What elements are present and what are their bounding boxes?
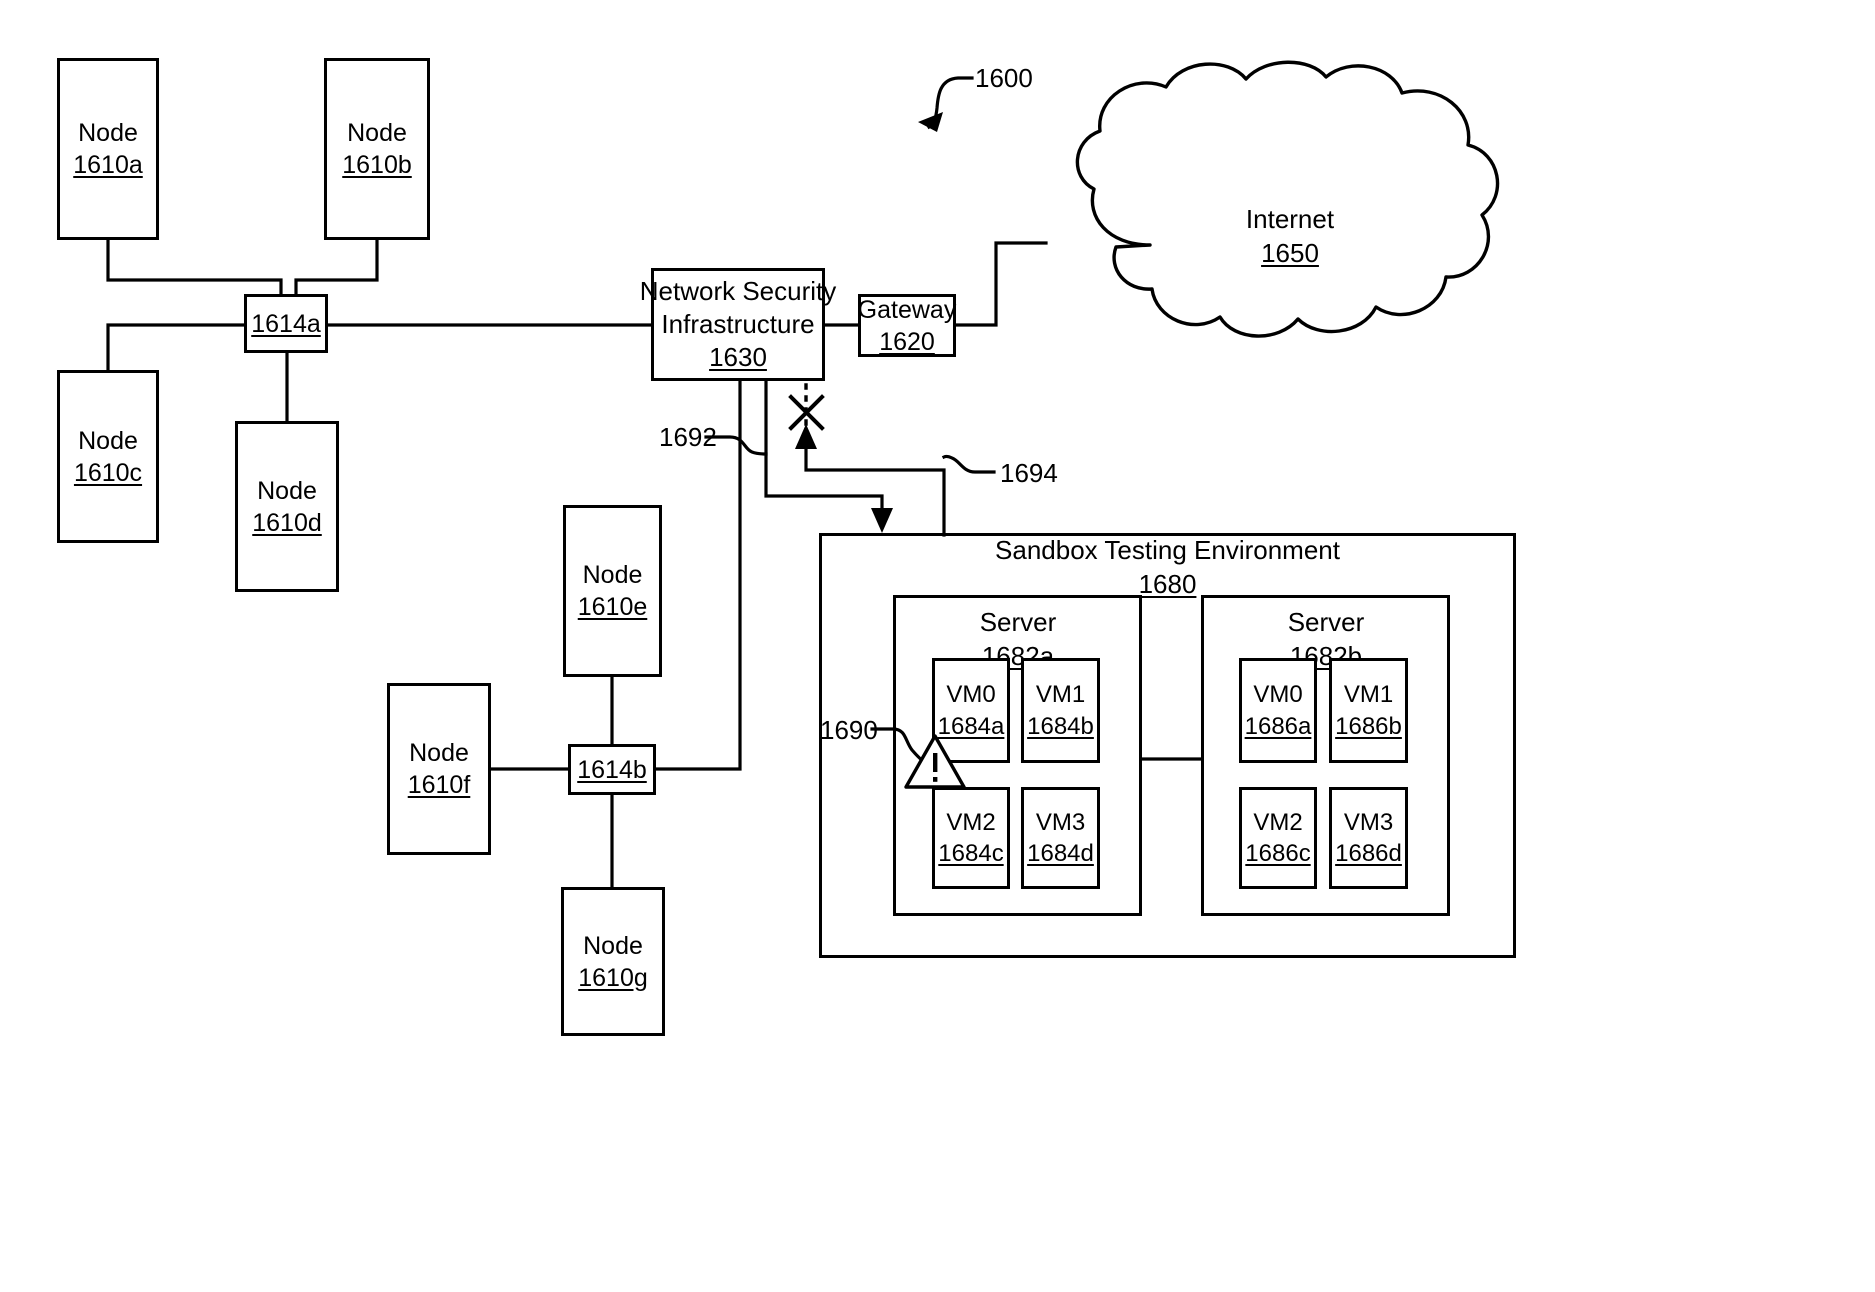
node-ref: 1610f <box>407 771 471 799</box>
vm-name: VM1 <box>1035 681 1086 709</box>
vm-1684d[interactable]: VM3 1684d <box>1021 787 1100 889</box>
vm-name: VM0 <box>1253 681 1303 709</box>
node-1610c[interactable]: Node 1610c <box>57 370 159 543</box>
node-label: Node <box>78 119 138 147</box>
nsi-label-line1: Network Security <box>639 275 837 306</box>
vm-ref: 1686c <box>1245 840 1311 867</box>
server-label: Server <box>979 607 1057 637</box>
node-ref: 1610e <box>577 593 648 621</box>
node-1610e[interactable]: Node 1610e <box>563 505 662 677</box>
vm-ref: 1686a <box>1244 712 1312 740</box>
nsi-label-line2: Infrastructure <box>661 308 815 339</box>
sandbox-label-group: Sandbox Testing Environment 1680 <box>960 534 1375 602</box>
gateway-ref: 1620 <box>879 327 935 356</box>
vm-name: VM3 <box>1035 808 1086 836</box>
vm-name: VM2 <box>946 808 996 836</box>
callout-1694: 1694 <box>1000 458 1058 488</box>
node-ref: 1610a <box>73 151 143 179</box>
callout-1600: 1600 <box>975 63 1033 93</box>
node-1610f[interactable]: Node 1610f <box>387 683 491 855</box>
node-1610g[interactable]: Node 1610g <box>561 887 665 1036</box>
internet-label-group: Internet 1650 <box>1190 203 1390 271</box>
figure-canvas: Node 1610a Node 1610b Node 1610c Node 16… <box>0 0 1875 1292</box>
switch-1614b[interactable]: 1614b <box>568 744 656 795</box>
gateway-label: Gateway <box>857 295 957 324</box>
nsi-ref: 1630 <box>709 342 767 373</box>
switch-ref: 1614a <box>251 309 321 338</box>
server-label: Server <box>1287 607 1365 637</box>
vm-ref: 1686d <box>1335 840 1402 867</box>
node-1610d[interactable]: Node 1610d <box>235 421 339 592</box>
node-1610a[interactable]: Node 1610a <box>57 58 159 240</box>
node-ref: 1610g <box>578 963 648 992</box>
node-label: Node <box>583 931 643 960</box>
vm-1684b[interactable]: VM1 1684b <box>1021 658 1100 763</box>
node-ref: 1610b <box>342 151 412 179</box>
switch-ref: 1614b <box>577 755 647 784</box>
vm-name: VM1 <box>1343 681 1394 709</box>
vm-ref: 1684b <box>1027 712 1094 740</box>
node-label: Node <box>78 426 138 455</box>
node-ref: 1610c <box>73 458 143 487</box>
sandbox-label: Sandbox Testing Environment <box>995 535 1340 565</box>
warning-triangle-icon <box>904 734 966 789</box>
gateway-1620[interactable]: Gateway 1620 <box>858 294 956 357</box>
node-label: Node <box>257 476 317 505</box>
vm-ref: 1686b <box>1335 712 1402 740</box>
vm-ref: 1684d <box>1027 840 1094 867</box>
switch-1614a[interactable]: 1614a <box>244 294 328 353</box>
node-ref: 1610d <box>252 508 322 537</box>
vm-name: VM0 <box>946 681 996 709</box>
node-label: Node <box>409 739 469 767</box>
vm-ref: 1684c <box>938 840 1004 867</box>
internet-label: Internet <box>1245 204 1335 234</box>
network-security-infrastructure[interactable]: Network Security Infrastructure 1630 <box>640 268 836 381</box>
node-label: Node <box>582 561 643 589</box>
node-1610b[interactable]: Node 1610b <box>324 58 430 240</box>
vm-1686b[interactable]: VM1 1686b <box>1329 658 1408 763</box>
vm-name: VM2 <box>1253 808 1303 836</box>
vm-1686c[interactable]: VM2 1686c <box>1239 787 1317 889</box>
vm-1684c[interactable]: VM2 1684c <box>932 787 1010 889</box>
node-label: Node <box>347 119 407 147</box>
vm-name: VM3 <box>1343 808 1394 836</box>
internet-ref: 1650 <box>1261 237 1319 268</box>
vm-1686d[interactable]: VM3 1686d <box>1329 787 1408 889</box>
vm-1686a[interactable]: VM0 1686a <box>1239 658 1317 763</box>
callout-1692: 1692 <box>659 422 717 452</box>
callout-1690: 1690 <box>820 715 878 745</box>
